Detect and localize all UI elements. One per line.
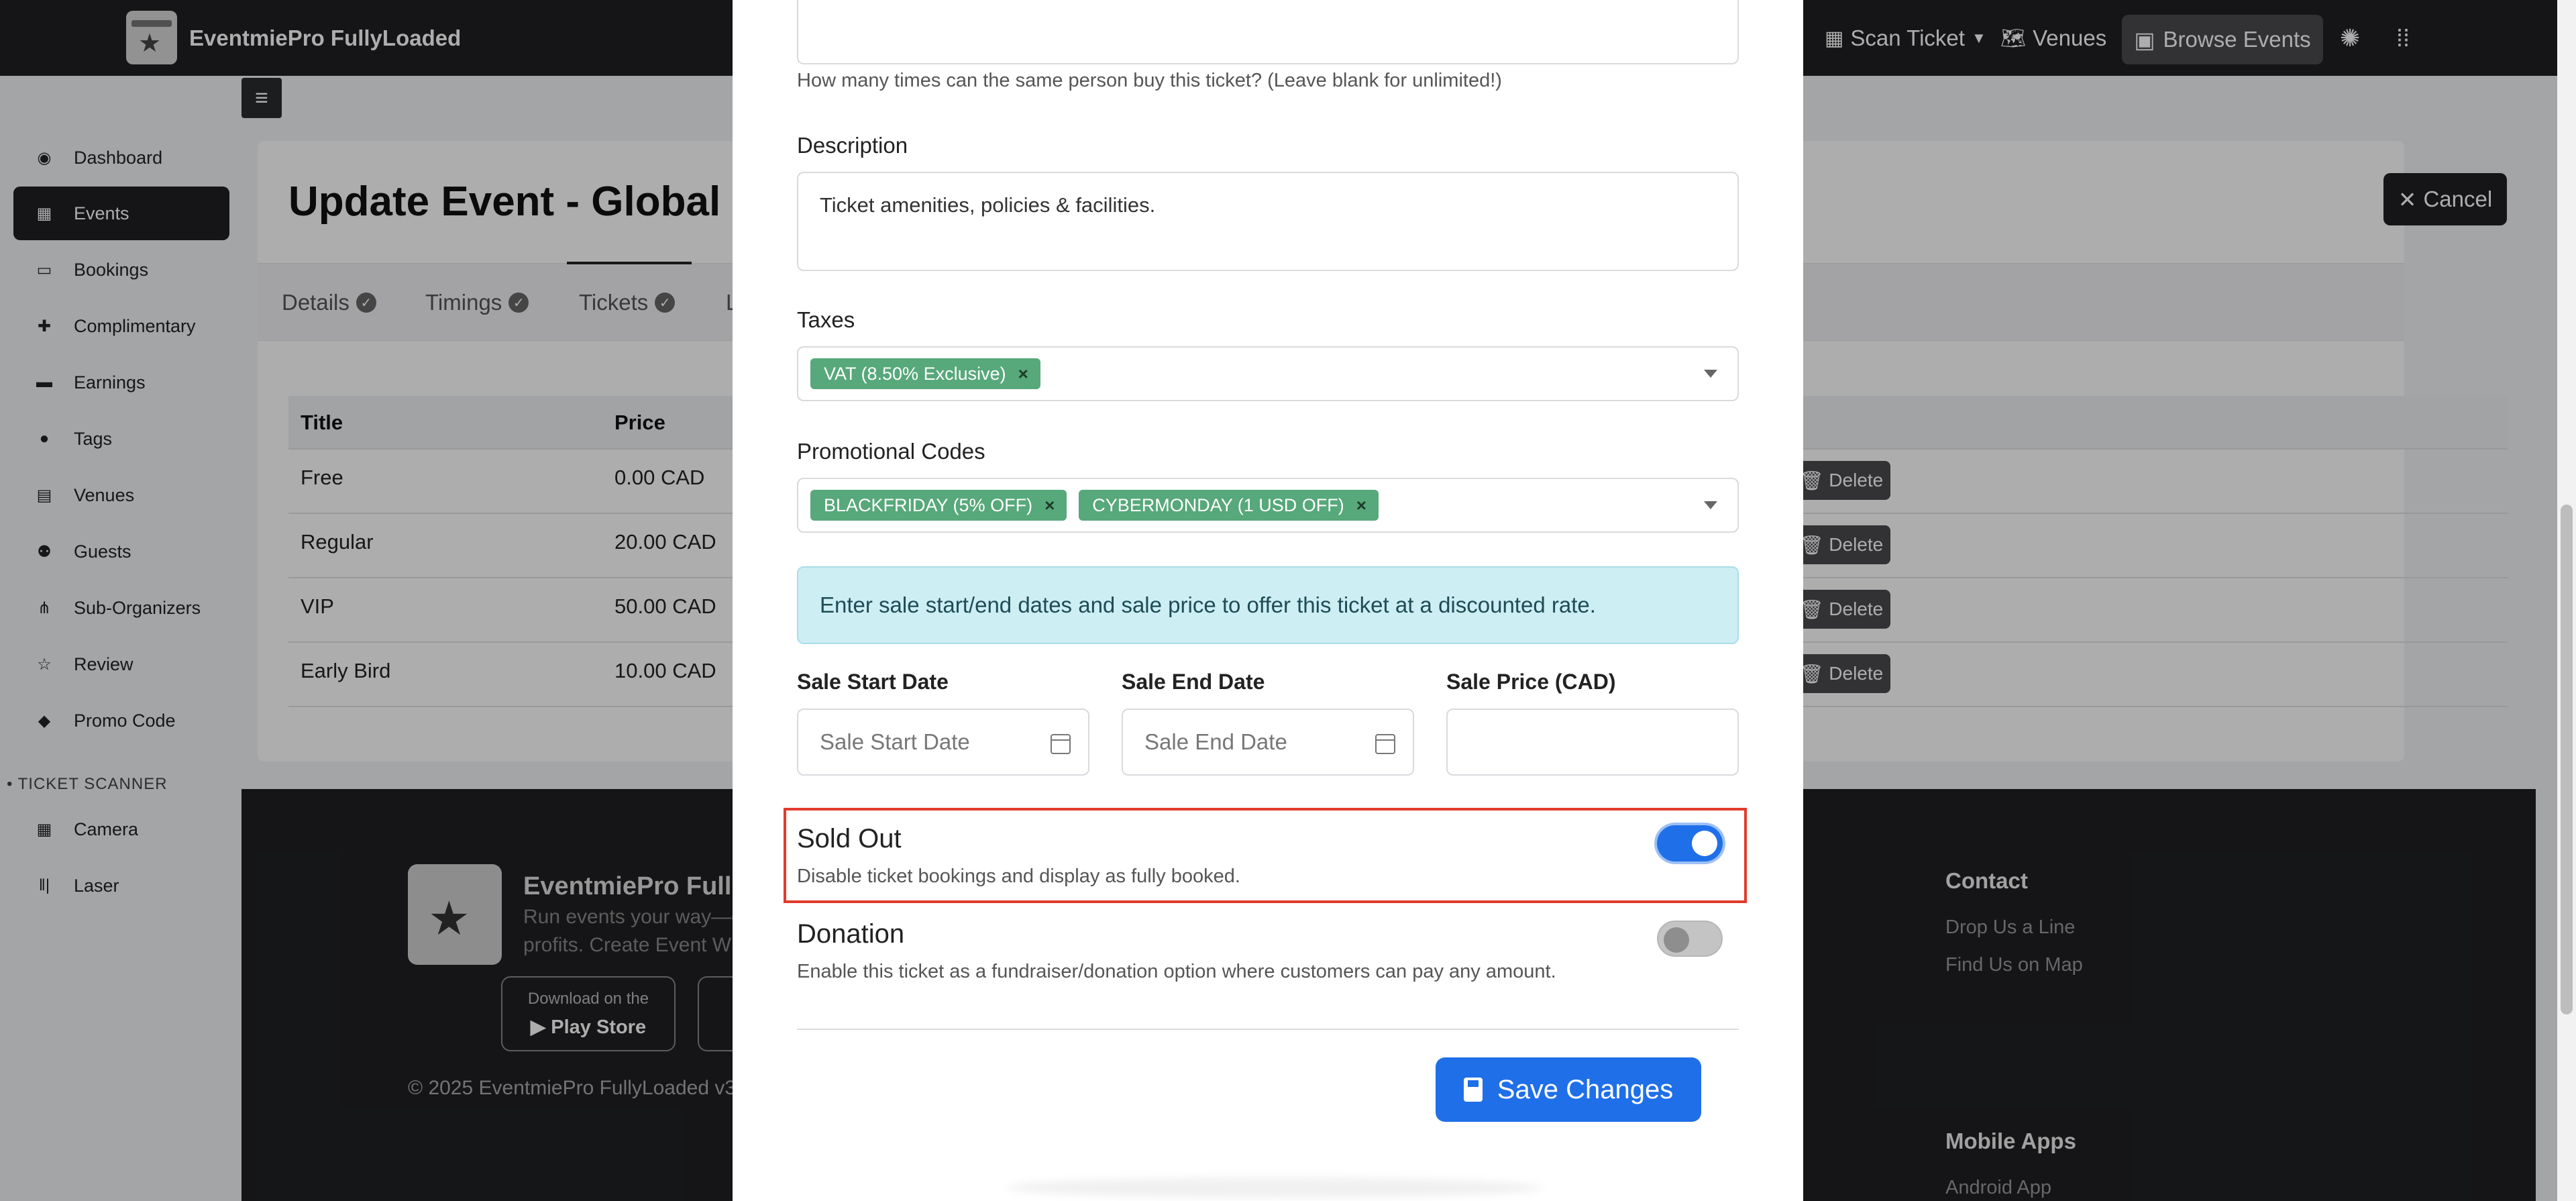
donation-toggle[interactable] bbox=[1657, 921, 1723, 957]
promo-codes-label: Promotional Codes bbox=[797, 439, 985, 464]
chip-label: VAT (8.50% Exclusive) bbox=[824, 363, 1006, 384]
calendar-icon[interactable] bbox=[1051, 734, 1071, 754]
sd-card-icon bbox=[1463, 1078, 1483, 1102]
max-per-person-help: How many times can the same person buy t… bbox=[797, 70, 1502, 91]
placeholder-text: Sale Start Date bbox=[820, 729, 970, 754]
save-changes-button[interactable]: Save Changes bbox=[1436, 1057, 1701, 1122]
sale-start-label: Sale Start Date bbox=[797, 670, 949, 694]
taxes-label: Taxes bbox=[797, 307, 855, 332]
sale-price-input[interactable] bbox=[1446, 709, 1739, 776]
placeholder-text: Sale End Date bbox=[1144, 729, 1287, 754]
modal-footer-shadow bbox=[1006, 1178, 1543, 1198]
chip-label: BLACKFRIDAY (5% OFF) bbox=[824, 494, 1033, 515]
modal-divider bbox=[797, 1029, 1739, 1030]
taxes-select[interactable]: VAT (8.50% Exclusive) × bbox=[797, 346, 1739, 401]
toggle-knob bbox=[1692, 831, 1717, 856]
max-per-person-input[interactable] bbox=[797, 0, 1739, 64]
sold-out-highlight bbox=[784, 808, 1747, 903]
sale-end-date-input[interactable]: Sale End Date bbox=[1122, 709, 1414, 776]
sold-out-title: Sold Out bbox=[797, 824, 902, 853]
description-textarea[interactable]: Ticket amenities, policies & facilities. bbox=[797, 172, 1739, 271]
chip-label: CYBERMONDAY (1 USD OFF) bbox=[1092, 494, 1344, 515]
save-label: Save Changes bbox=[1497, 1074, 1674, 1104]
sold-out-description: Disable ticket bookings and display as f… bbox=[797, 866, 1240, 887]
donation-title: Donation bbox=[797, 919, 905, 949]
promo-codes-select[interactable]: BLACKFRIDAY (5% OFF) × CYBERMONDAY (1 USD… bbox=[797, 478, 1739, 533]
sale-end-label: Sale End Date bbox=[1122, 670, 1265, 694]
description-label: Description bbox=[797, 133, 908, 158]
tax-chip: VAT (8.50% Exclusive) × bbox=[810, 358, 1040, 389]
remove-chip-icon[interactable]: × bbox=[1044, 495, 1055, 516]
promo-chip: BLACKFRIDAY (5% OFF) × bbox=[810, 490, 1067, 521]
scrollbar-thumb[interactable] bbox=[2561, 505, 2573, 1014]
promo-chip: CYBERMONDAY (1 USD OFF) × bbox=[1079, 490, 1379, 521]
sold-out-toggle[interactable] bbox=[1657, 825, 1723, 861]
sale-price-label: Sale Price (CAD) bbox=[1446, 670, 1616, 694]
remove-chip-icon[interactable]: × bbox=[1356, 495, 1366, 516]
donation-description: Enable this ticket as a fundraiser/donat… bbox=[797, 961, 1556, 982]
dropdown-caret-icon[interactable] bbox=[1704, 501, 1717, 509]
sale-start-date-input[interactable]: Sale Start Date bbox=[797, 709, 1089, 776]
dropdown-caret-icon[interactable] bbox=[1704, 370, 1717, 378]
toggle-knob bbox=[1664, 927, 1689, 953]
remove-chip-icon[interactable]: × bbox=[1018, 364, 1028, 384]
sale-info-alert: Enter sale start/end dates and sale pric… bbox=[797, 566, 1739, 644]
calendar-icon[interactable] bbox=[1375, 734, 1395, 754]
